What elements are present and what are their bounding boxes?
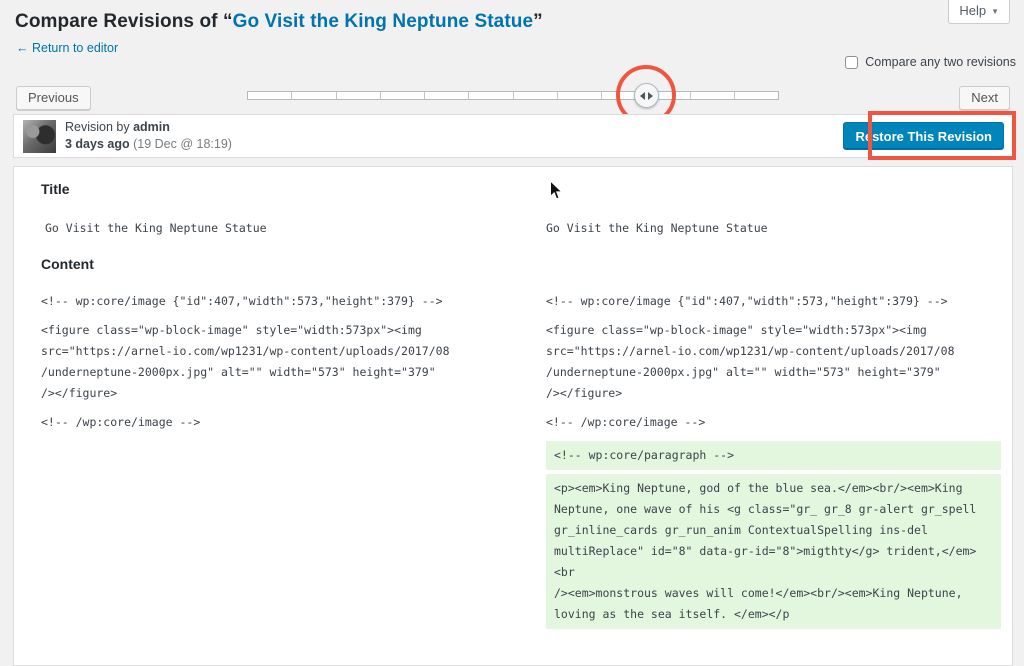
revision-author: admin [133,120,170,134]
code-block: <figure class="wp-block-image" style="wi… [41,323,450,400]
page-title-prefix: Compare Revisions of [15,11,223,32]
title-value-new: Go Visit the King Neptune Statue [546,221,768,235]
next-button[interactable]: Next [959,86,1010,110]
revisions-slider-handle[interactable] [634,83,659,108]
quote-open: “ [222,11,233,32]
revisions-slider-track[interactable] [247,91,779,100]
revision-meta-bar: Revision by admin 3 days ago (19 Dec @ 1… [13,114,1013,158]
code-block-added: <!-- wp:core/paragraph --> [546,441,1001,470]
revision-byline: Revision by admin [65,120,170,134]
title-heading: Title [41,181,70,197]
revision-date-line: 3 days ago (19 Dec @ 18:19) [65,136,232,153]
avatar [23,120,56,153]
diff-panel: Title Go Visit the King Neptune Statue G… [13,166,1013,666]
title-value-old: Go Visit the King Neptune Statue [45,221,267,235]
return-to-editor-link[interactable]: ← Return to editor [16,41,118,55]
handle-left-arrow-icon [640,91,645,100]
compare-any-two-revisions-checkbox[interactable] [845,55,859,69]
post-title-text: Go Visit the King Neptune Statue [232,11,534,32]
previous-button[interactable]: Previous [16,86,91,110]
code-block-added: <p><em>King Neptune, god of the blue sea… [546,474,1001,629]
revision-meta-text: Revision by admin 3 days ago (19 Dec @ 1… [65,119,232,153]
chevron-down-icon: ▼ [991,7,999,16]
restore-this-revision-button[interactable]: Restore This Revision [843,122,1004,150]
code-block: <!-- /wp:core/image --> [41,415,201,429]
help-label: Help [959,3,987,18]
code-block: <!-- /wp:core/image --> [546,415,706,429]
code-block: <!-- wp:core/image {"id":407,"width":573… [546,294,948,308]
content-old-column: <!-- wp:core/image {"id":407,"width":573… [41,291,511,441]
compare-any-two-revisions-label: Compare any two revisions [865,55,1016,69]
content-heading: Content [41,256,94,272]
help-dropdown[interactable]: Help ▼ [948,0,1010,24]
quote-close: ” [533,11,543,32]
code-block: <figure class="wp-block-image" style="wi… [546,323,955,400]
page-title: Compare Revisions of “Go Visit the King … [15,11,543,33]
revision-timestamp: (19 Dec @ 18:19) [133,137,232,151]
content-new-column: <!-- wp:core/image {"id":407,"width":573… [546,291,1001,633]
compare-any-two-revisions-control: Compare any two revisions [845,55,1016,69]
handle-right-arrow-icon [648,91,653,100]
revision-time-ago: 3 days ago [65,137,130,151]
code-block: <!-- wp:core/image {"id":407,"width":573… [41,294,443,308]
